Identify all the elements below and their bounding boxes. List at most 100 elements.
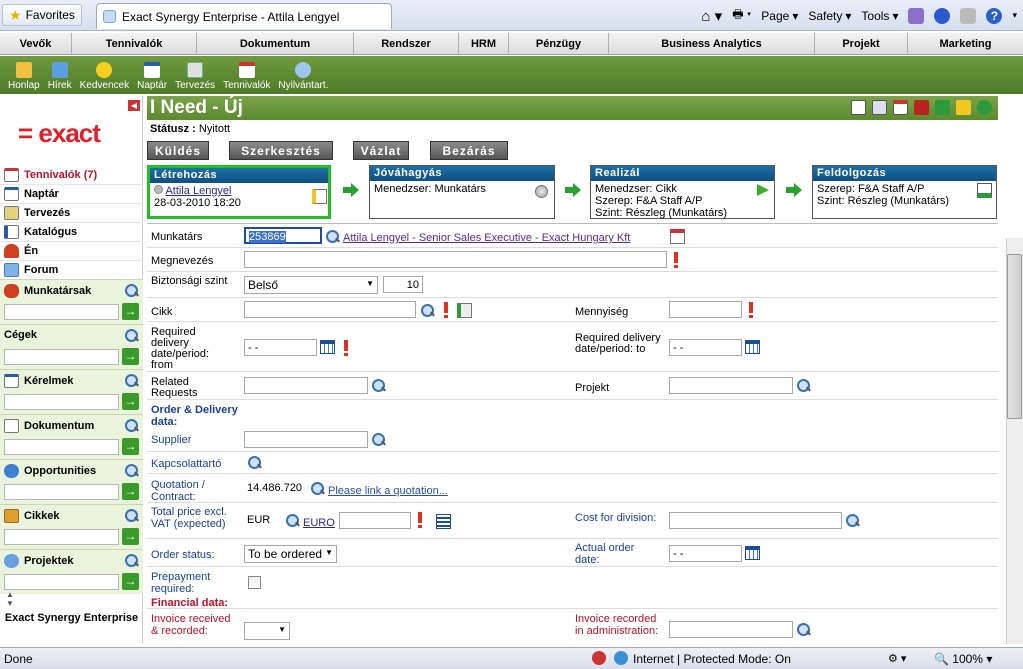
delivery-from-field[interactable]: - - [244, 339, 317, 356]
menu-item-penzugy[interactable]: Pénzügy [509, 33, 609, 54]
security-select[interactable]: Belső [244, 276, 378, 294]
supplier-field[interactable] [244, 431, 368, 448]
quick-hirek[interactable]: Hírek [44, 56, 76, 94]
bezaras-button[interactable]: Bezárás [430, 141, 508, 160]
search-icon[interactable] [310, 481, 325, 496]
sidebar-item-katalogus[interactable]: Katalógus [0, 223, 143, 242]
cegek-search-input[interactable] [4, 349, 119, 365]
dokumentum-search-input[interactable] [4, 439, 119, 455]
menu-item-dokumentum[interactable]: Dokumentum [197, 33, 354, 54]
go-arrow-icon[interactable]: → [122, 393, 139, 410]
search-icon[interactable] [124, 553, 139, 568]
search-icon[interactable] [371, 432, 386, 447]
help-icon[interactable]: ? [986, 7, 1003, 24]
search-icon[interactable] [124, 463, 139, 478]
menu-item-hrm[interactable]: HRM [459, 33, 509, 54]
calendar-icon[interactable] [320, 340, 335, 354]
quick-kedvencek[interactable]: Kedvencek [76, 56, 133, 94]
quantity-field[interactable] [669, 301, 742, 318]
employee-id-field[interactable]: 253869 [244, 227, 322, 244]
search-icon[interactable] [124, 418, 139, 433]
favorite-icon[interactable] [956, 100, 971, 115]
order-status-select[interactable]: To be ordered [244, 545, 337, 563]
collapse-icon[interactable]: ◀ [128, 100, 140, 111]
page-menu[interactable]: Page ▾ [761, 9, 798, 23]
go-arrow-icon[interactable]: → [122, 438, 139, 455]
search-icon[interactable] [420, 303, 435, 318]
book-icon[interactable] [914, 100, 929, 115]
go-arrow-icon[interactable]: → [122, 528, 139, 545]
item-field[interactable] [244, 301, 416, 318]
munkatarsak-search-input[interactable] [4, 304, 119, 320]
search-icon[interactable] [796, 378, 811, 393]
search-icon[interactable] [285, 513, 300, 528]
menu-item-marketing[interactable]: Marketing [908, 33, 1023, 54]
kerelmek-search-input[interactable] [4, 394, 119, 410]
related-field[interactable] [244, 377, 368, 394]
menu-item-projekt[interactable]: Projekt [815, 33, 908, 54]
search-icon[interactable] [845, 513, 860, 528]
favorites-button[interactable]: ★ Favorites [2, 4, 82, 26]
quick-naptar[interactable]: Naptár [133, 56, 171, 94]
addon-icon[interactable] [908, 7, 925, 24]
info-icon[interactable] [935, 100, 950, 115]
invoice-admin-field[interactable] [669, 621, 793, 638]
search-icon[interactable] [124, 328, 139, 343]
security-level-field[interactable]: 10 [383, 276, 423, 293]
search-icon[interactable] [371, 378, 386, 393]
browser-tab[interactable]: Exact Synergy Enterprise - Attila Lengye… [96, 3, 392, 29]
edit-note-icon[interactable] [312, 189, 327, 204]
sidebar-item-en[interactable]: Én [0, 242, 143, 261]
report-icon[interactable] [893, 100, 908, 115]
safety-menu[interactable]: Safety ▾ [808, 9, 851, 23]
invoice-received-select[interactable] [244, 622, 290, 640]
quick-nyilvantart[interactable]: Nyilvántart. [274, 56, 332, 94]
currency-link[interactable]: EURO [303, 518, 335, 529]
go-arrow-icon[interactable]: → [122, 483, 139, 500]
calculator-icon[interactable] [436, 514, 451, 529]
search-icon[interactable] [247, 455, 262, 470]
menu-item-vevok[interactable]: Vevők [0, 33, 72, 54]
actual-order-field[interactable]: - - [669, 545, 742, 562]
bluetooth-icon[interactable] [934, 7, 951, 24]
print-icon[interactable]: 🖶 ▾ [732, 5, 751, 26]
help-icon[interactable] [977, 100, 992, 115]
search-icon[interactable] [124, 373, 139, 388]
go-arrow-icon[interactable]: → [122, 573, 139, 590]
home-icon[interactable]: ⌂ ▾ [701, 7, 722, 25]
cost-division-field[interactable] [669, 512, 842, 529]
menu-item-tennivalok[interactable]: Tennivalók [72, 33, 197, 54]
cikkek-search-input[interactable] [4, 529, 119, 545]
projektek-search-input[interactable] [4, 574, 119, 590]
sidebar-item-tervezes[interactable]: Tervezés [0, 204, 143, 223]
opportunities-search-input[interactable] [4, 484, 119, 500]
quick-tervezes[interactable]: Tervezés [171, 56, 219, 94]
tools-icon[interactable] [960, 7, 977, 24]
go-arrow-icon[interactable]: → [122, 348, 139, 365]
calendar-icon[interactable] [745, 546, 760, 560]
scroll-arrows[interactable]: ▲ ▼ [6, 590, 14, 608]
quotation-link[interactable]: Please link a quotation... [328, 486, 448, 497]
created-user-link[interactable]: Attila Lengyel [165, 185, 231, 197]
calendar-icon[interactable] [670, 229, 685, 244]
scrollbar-thumb[interactable] [1007, 254, 1022, 419]
calendar-icon[interactable] [745, 340, 760, 354]
new-doc-icon[interactable] [851, 100, 866, 115]
tools-menu[interactable]: Tools ▾ [861, 9, 898, 23]
total-price-field[interactable] [339, 512, 411, 529]
go-arrow-icon[interactable]: → [122, 303, 139, 320]
search-icon[interactable] [325, 229, 340, 244]
kuldes-button[interactable]: Küldés [147, 141, 209, 160]
employee-link[interactable]: Attila Lengyel - Senior Sales Executive … [343, 233, 630, 244]
prepayment-checkbox[interactable] [248, 576, 261, 589]
print-icon[interactable] [872, 100, 887, 115]
menu-item-business-analytics[interactable]: Business Analytics [609, 33, 815, 54]
vazlat-button[interactable]: Vázlat [353, 141, 409, 160]
zoom-control[interactable]: 🔍 100% ▾ [934, 652, 992, 666]
search-icon[interactable] [796, 622, 811, 637]
sidebar-item-naptar[interactable]: Naptár [0, 185, 143, 204]
edit-icon[interactable] [457, 303, 472, 318]
delivery-to-field[interactable]: - - [669, 339, 742, 356]
quick-honlap[interactable]: Honlap [4, 56, 44, 94]
sidebar-item-forum[interactable]: Forum [0, 261, 143, 280]
